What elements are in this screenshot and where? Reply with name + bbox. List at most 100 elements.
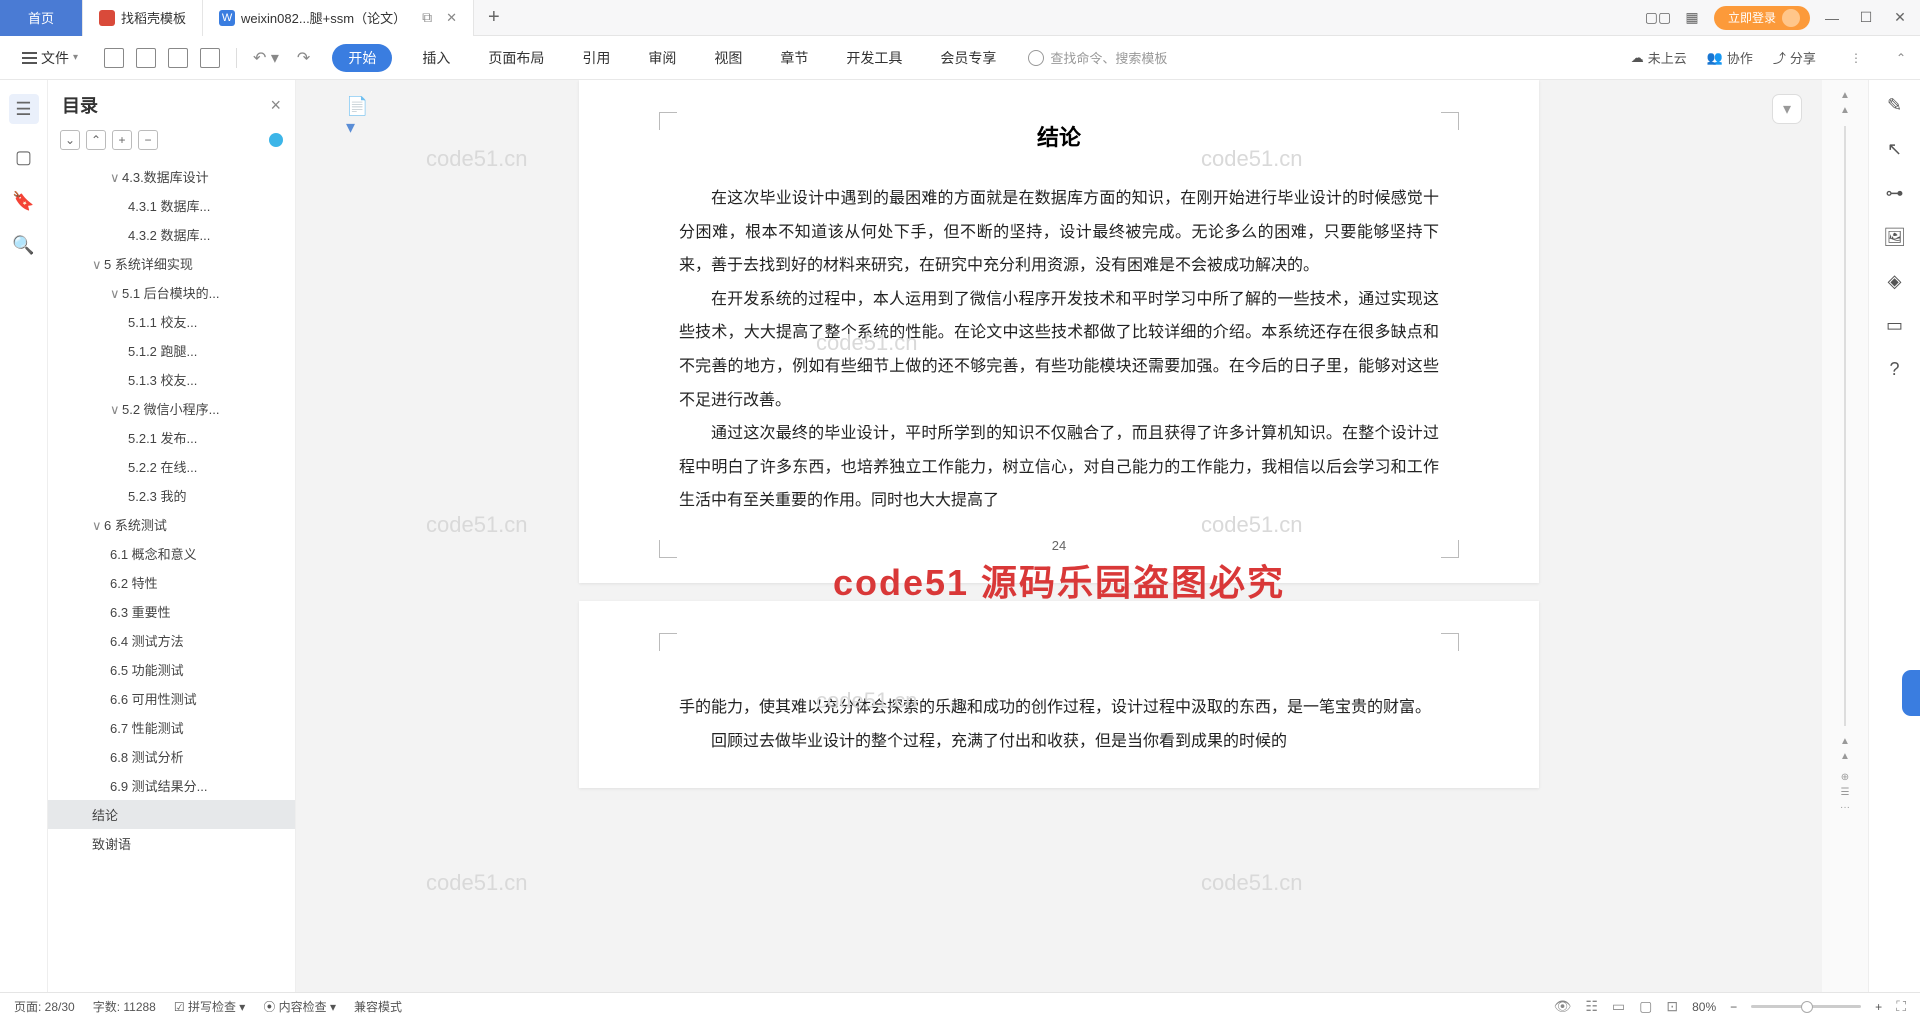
outline-item[interactable]: 6.5 功能测试: [48, 655, 295, 684]
outline-item[interactable]: 6.3 重要性: [48, 597, 295, 626]
menu-tab-reference[interactable]: 引用: [574, 44, 618, 72]
scrollbar-track[interactable]: [1844, 126, 1846, 726]
shape-icon[interactable]: ◈: [1884, 270, 1906, 292]
header-edit-icon[interactable]: 📄▾: [346, 96, 372, 122]
zoom-level[interactable]: 80%: [1692, 1000, 1716, 1014]
redo-button[interactable]: ↷: [297, 48, 310, 68]
coop-button[interactable]: 👥 协作: [1707, 48, 1753, 67]
outline-item[interactable]: 6.4 测试方法: [48, 626, 295, 655]
tab-document[interactable]: Wweixin082...腿+ssm（论文）⧉✕: [203, 0, 474, 36]
word-count[interactable]: 字数: 11288: [93, 998, 156, 1015]
outline-item[interactable]: ∨6 系统测试: [48, 510, 295, 539]
search-placeholder: 查找命令、搜索模板: [1050, 48, 1167, 67]
outline-item[interactable]: 4.3.2 数据库...: [48, 220, 295, 249]
doc-heading: 结论: [679, 120, 1439, 152]
outline-item[interactable]: 6.8 测试分析: [48, 742, 295, 771]
close-window-button[interactable]: ✕: [1888, 6, 1912, 30]
outline-item[interactable]: 6.6 可用性测试: [48, 684, 295, 713]
outline-item[interactable]: ∨5.1 后台模块的...: [48, 278, 295, 307]
new-tab-button[interactable]: +: [474, 6, 514, 29]
search-icon[interactable]: 🔍: [13, 234, 35, 256]
outline-item[interactable]: 5.2.3 我的: [48, 481, 295, 510]
zoom-slider[interactable]: [1751, 1005, 1861, 1008]
menu-tab-view[interactable]: 视图: [706, 44, 750, 72]
outline-item[interactable]: 5.2.1 发布...: [48, 423, 295, 452]
minimize-button[interactable]: —: [1820, 6, 1844, 30]
outline-item[interactable]: ∨5 系统详细实现: [48, 249, 295, 278]
outline-item[interactable]: 5.2.2 在线...: [48, 452, 295, 481]
settings-icon[interactable]: ⊶: [1884, 182, 1906, 204]
menu-tab-vip[interactable]: 会员专享: [932, 44, 1004, 72]
outline-item[interactable]: 4.3.1 数据库...: [48, 191, 295, 220]
outline-item[interactable]: 5.1.1 校友...: [48, 307, 295, 336]
zoom-in-button[interactable]: +: [1875, 1000, 1882, 1014]
readmode-icon[interactable]: ▭: [1612, 998, 1625, 1015]
page-count[interactable]: 页面: 28/30: [14, 998, 75, 1015]
menu-tab-devtools[interactable]: 开发工具: [838, 44, 910, 72]
scroll-indicator[interactable]: ▲▲ ▲▲ ⊕☰···: [1822, 80, 1868, 992]
outline-icon[interactable]: ☰: [9, 94, 39, 124]
apps-icon[interactable]: ▦: [1680, 6, 1704, 30]
help-icon[interactable]: ?: [1884, 358, 1906, 380]
page-corner: [659, 633, 677, 651]
collapse-ribbon-icon[interactable]: ⌃: [1896, 51, 1906, 65]
outline-close-icon[interactable]: ×: [270, 95, 281, 116]
outline-view-icon[interactable]: ⊡: [1666, 998, 1678, 1015]
add-heading-button[interactable]: +: [112, 130, 132, 150]
outline-item[interactable]: 5.1.3 校友...: [48, 365, 295, 394]
outline-item[interactable]: ∨5.2 微信小程序...: [48, 394, 295, 423]
menu-tab-review[interactable]: 审阅: [640, 44, 684, 72]
close-tab-icon[interactable]: ✕: [446, 10, 457, 26]
search-input[interactable]: 查找命令、搜索模板: [1028, 48, 1167, 67]
menu-more-icon[interactable]: ⋮: [1850, 51, 1862, 65]
document-area[interactable]: 📄▾ ▾ code51 源码乐园盗图必究 code51.cn code51.cn…: [296, 80, 1822, 992]
menu-tab-start[interactable]: 开始: [332, 44, 392, 72]
file-menu[interactable]: 文件▾: [14, 44, 86, 72]
outline-item[interactable]: 结论: [48, 800, 295, 829]
cloud-status[interactable]: ☁ 未上云: [1631, 48, 1687, 67]
edit-icon[interactable]: ✎: [1884, 94, 1906, 116]
menu-tab-layout[interactable]: 页面布局: [480, 44, 552, 72]
preview-icon[interactable]: [168, 48, 188, 68]
undo-button[interactable]: ↶ ▾: [253, 48, 279, 68]
outline-item[interactable]: 6.1 概念和意义: [48, 539, 295, 568]
spellcheck-button[interactable]: ☑ 拼写检查 ▾: [174, 998, 245, 1015]
eye-icon[interactable]: 👁: [1554, 998, 1572, 1015]
watermark-overlay: code51 源码乐园盗图必究: [833, 554, 1285, 606]
layout-icon[interactable]: ▢▢: [1646, 6, 1670, 30]
expand-all-button[interactable]: ⌃: [86, 130, 106, 150]
tab-home[interactable]: 首页: [0, 0, 83, 36]
save-icon[interactable]: [104, 48, 124, 68]
outline-item[interactable]: 致谢语: [48, 829, 295, 858]
remove-heading-button[interactable]: −: [138, 130, 158, 150]
duplicate-tab-icon[interactable]: ⧉: [422, 9, 432, 26]
outline-item[interactable]: 6.2 特性: [48, 568, 295, 597]
outline-item[interactable]: 5.1.2 跑腿...: [48, 336, 295, 365]
weblayout-icon[interactable]: ▢: [1639, 998, 1652, 1015]
clipboard-icon[interactable]: ▢: [13, 146, 35, 168]
bookmark-toggle-icon[interactable]: ▾: [1772, 94, 1802, 124]
outline-item[interactable]: 6.9 测试结果分...: [48, 771, 295, 800]
tab-templates[interactable]: 找稻壳模板: [83, 0, 203, 36]
view-mode-icon[interactable]: ☷: [1585, 998, 1598, 1015]
compat-mode[interactable]: 兼容模式: [354, 998, 402, 1015]
menu-tab-chapter[interactable]: 章节: [772, 44, 816, 72]
outline-sync-icon[interactable]: [269, 133, 283, 147]
export-icon[interactable]: [200, 48, 220, 68]
menu-tab-insert[interactable]: 插入: [414, 44, 458, 72]
share-button[interactable]: ⤴ 分享: [1773, 48, 1816, 67]
outline-item[interactable]: ∨4.3.数据库设计: [48, 162, 295, 191]
zoom-out-button[interactable]: −: [1730, 1000, 1737, 1014]
print-icon[interactable]: [136, 48, 156, 68]
side-panel-toggle[interactable]: [1902, 670, 1920, 716]
fullscreen-icon[interactable]: ⛶: [1896, 998, 1906, 1015]
image-icon[interactable]: 🖼: [1884, 226, 1906, 248]
collapse-all-button[interactable]: ⌄: [60, 130, 80, 150]
outline-item[interactable]: 6.7 性能测试: [48, 713, 295, 742]
contentcheck-button[interactable]: ⦿ 内容检查 ▾: [263, 998, 336, 1015]
select-icon[interactable]: ↖: [1884, 138, 1906, 160]
bookmark-icon[interactable]: 🔖: [13, 190, 35, 212]
read-icon[interactable]: ▭: [1884, 314, 1906, 336]
login-button[interactable]: 立即登录: [1714, 6, 1810, 30]
maximize-button[interactable]: ☐: [1854, 6, 1878, 30]
